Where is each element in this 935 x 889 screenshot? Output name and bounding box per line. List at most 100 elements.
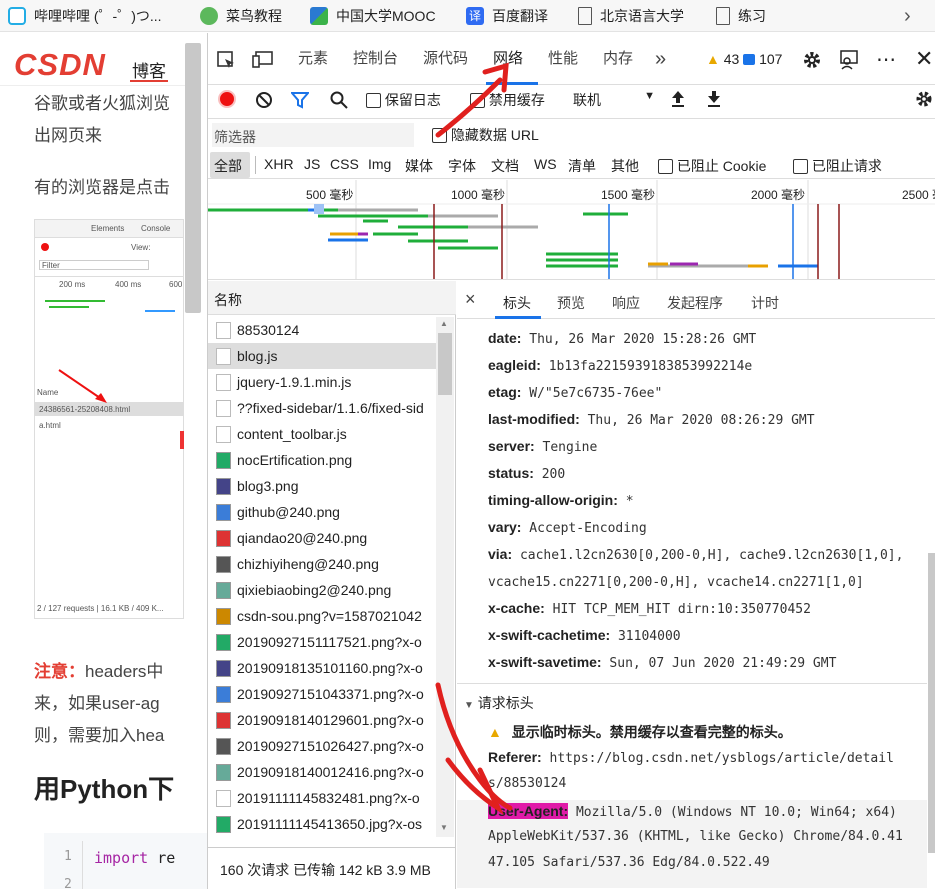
device-toolbar-icon[interactable]	[252, 51, 274, 69]
type-css[interactable]: CSS	[330, 156, 359, 172]
hide-data-url-toggle[interactable]: 隐藏数据 URL	[432, 125, 539, 145]
filter-icon[interactable]	[291, 91, 309, 109]
checkbox[interactable]	[793, 159, 808, 174]
close-detail-icon[interactable]: ×	[465, 289, 476, 310]
request-row[interactable]: 88530124	[208, 317, 436, 343]
clear-icon[interactable]	[255, 91, 273, 109]
blocked-cookies-toggle[interactable]: 已阻止 Cookie	[658, 156, 766, 176]
detail-tab-headers[interactable]: 标头	[503, 293, 531, 313]
type-manifest[interactable]: 清单	[568, 156, 596, 176]
name-column-header[interactable]: 名称	[214, 290, 242, 310]
network-settings-icon[interactable]	[915, 90, 933, 108]
detail-tab-response[interactable]: 响应	[612, 293, 640, 313]
disable-cache-toggle[interactable]: 禁用缓存	[470, 90, 545, 110]
tab-console[interactable]: 控制台	[353, 33, 398, 85]
divider	[255, 156, 256, 174]
inspect-element-icon[interactable]	[216, 50, 236, 70]
feedback-icon[interactable]	[838, 49, 860, 71]
request-row[interactable]: 20191111145413650.jpg?x-os	[208, 811, 436, 837]
type-img[interactable]: Img	[368, 156, 391, 172]
type-font[interactable]: 字体	[448, 156, 476, 176]
request-row[interactable]: github@240.png	[208, 499, 436, 525]
request-row[interactable]: blog3.png	[208, 473, 436, 499]
image-file-icon	[216, 503, 231, 521]
request-row[interactable]: 20191111145832481.png?x-o	[208, 785, 436, 811]
request-headers-section[interactable]: ▼ 请求标头	[464, 693, 534, 713]
request-row[interactable]: 20190927151026427.png?x-o	[208, 733, 436, 759]
bookmark-mooc[interactable]: 中国大学MOOC	[310, 0, 436, 32]
filter-input[interactable]: 筛选器	[212, 123, 414, 147]
record-icon[interactable]	[218, 90, 236, 108]
request-row[interactable]: 20190918140012416.png?x-o	[208, 759, 436, 785]
request-row[interactable]: 20190927151043371.png?x-o	[208, 681, 436, 707]
request-name: 20191111145832481.png?x-o	[237, 790, 420, 806]
csdn-logo[interactable]: CSDN	[14, 47, 106, 83]
request-row[interactable]: 20190918140129601.png?x-o	[208, 707, 436, 733]
search-icon[interactable]	[330, 91, 348, 109]
import-har-icon[interactable]	[670, 89, 686, 109]
bookmark-blcu[interactable]: 北京语言大学	[578, 0, 684, 32]
checkbox[interactable]	[470, 93, 485, 108]
tab-network[interactable]: 网络	[493, 33, 523, 85]
section-divider	[457, 683, 927, 684]
detail-tab-initiator[interactable]: 发起程序	[667, 293, 723, 313]
request-row[interactable]: content_toolbar.js	[208, 421, 436, 447]
request-row[interactable]: ??fixed-sidebar/1.1.6/fixed-sid	[208, 395, 436, 421]
tab-memory[interactable]: 内存	[603, 33, 633, 85]
request-row[interactable]: csdn-sou.png?v=1587021042	[208, 603, 436, 629]
runoob-icon	[200, 7, 218, 25]
more-options-icon[interactable]: ⋯	[876, 47, 896, 72]
disable-cache-label: 禁用缓存	[488, 92, 545, 108]
bookmark-practice[interactable]: 练习	[716, 0, 766, 32]
tab-sources[interactable]: 源代码	[423, 33, 468, 85]
gear-icon[interactable]	[802, 50, 822, 70]
page-scrollbar[interactable]	[185, 43, 201, 313]
close-devtools-icon[interactable]: ✕	[915, 46, 933, 72]
blocked-requests-toggle[interactable]: 已阻止请求	[793, 156, 882, 176]
throttling-select[interactable]: 联机 ▼	[573, 90, 655, 110]
request-row[interactable]: jquery-1.9.1.min.js	[208, 369, 436, 395]
checkbox[interactable]	[366, 93, 381, 108]
request-row[interactable]: chizhiyiheng@240.png	[208, 551, 436, 577]
request-row[interactable]: nocErtification.png	[208, 447, 436, 473]
type-doc[interactable]: 文档	[491, 156, 519, 176]
checkbox[interactable]	[658, 159, 673, 174]
nav-blog[interactable]: 博客	[132, 57, 166, 82]
request-row[interactable]: qiandao20@240.png	[208, 525, 436, 551]
type-other[interactable]: 其他	[611, 156, 639, 176]
bookmark-bilibili[interactable]: 哔哩哔哩 (゜-゜)つ...	[8, 0, 162, 32]
tab-elements[interactable]: 元素	[298, 33, 328, 85]
list-scrollbar[interactable]: ▲ ▼	[436, 317, 454, 837]
detail-tab-preview[interactable]: 预览	[557, 293, 585, 313]
bookmark-baidu-translate[interactable]: 译 百度翻译	[466, 0, 548, 32]
checkbox[interactable]	[432, 128, 447, 143]
request-row[interactable]: qixiebiaobing2@240.png	[208, 577, 436, 603]
detail-tab-timing[interactable]: 计时	[751, 293, 779, 313]
issues-counter[interactable]: ▲ 43 107	[706, 51, 782, 67]
export-har-icon[interactable]	[706, 89, 722, 109]
request-headers-title: 请求标头	[477, 695, 534, 711]
chevron-right-icon[interactable]: ›	[904, 0, 911, 32]
red-marker	[180, 431, 184, 449]
warning-count: 43	[723, 51, 740, 67]
header-user-agent-cont: AppleWebKit/537.36 (KHTML, like Gecko) C…	[488, 829, 903, 844]
thumb-tick: 200 ms	[59, 280, 86, 289]
type-all[interactable]: 全部	[214, 156, 242, 176]
tab-performance[interactable]: 性能	[548, 33, 578, 85]
preserve-log-toggle[interactable]: 保留日志	[366, 90, 441, 110]
network-overview[interactable]: 500 毫秒 1000 毫秒 1500 毫秒 2000 毫秒 2500 毫	[208, 180, 935, 280]
type-ws[interactable]: WS	[534, 156, 557, 172]
scroll-up-icon[interactable]: ▲	[440, 319, 448, 328]
request-row[interactable]: 20190918135101160.png?x-o	[208, 655, 436, 681]
type-js[interactable]: JS	[304, 156, 320, 172]
request-row[interactable]: blog.js	[208, 343, 436, 369]
type-xhr[interactable]: XHR	[264, 156, 294, 172]
bookmark-runoob[interactable]: 菜鸟教程	[200, 0, 282, 32]
header-key: User-Agent:	[488, 803, 569, 819]
scrollbar-thumb[interactable]	[438, 333, 452, 395]
request-row[interactable]: 20190927151117521.png?x-o	[208, 629, 436, 655]
scroll-down-icon[interactable]: ▼	[440, 823, 448, 832]
detail-scrollbar[interactable]	[928, 553, 935, 853]
more-tabs-icon[interactable]: »	[655, 33, 666, 85]
type-media[interactable]: 媒体	[405, 156, 433, 176]
